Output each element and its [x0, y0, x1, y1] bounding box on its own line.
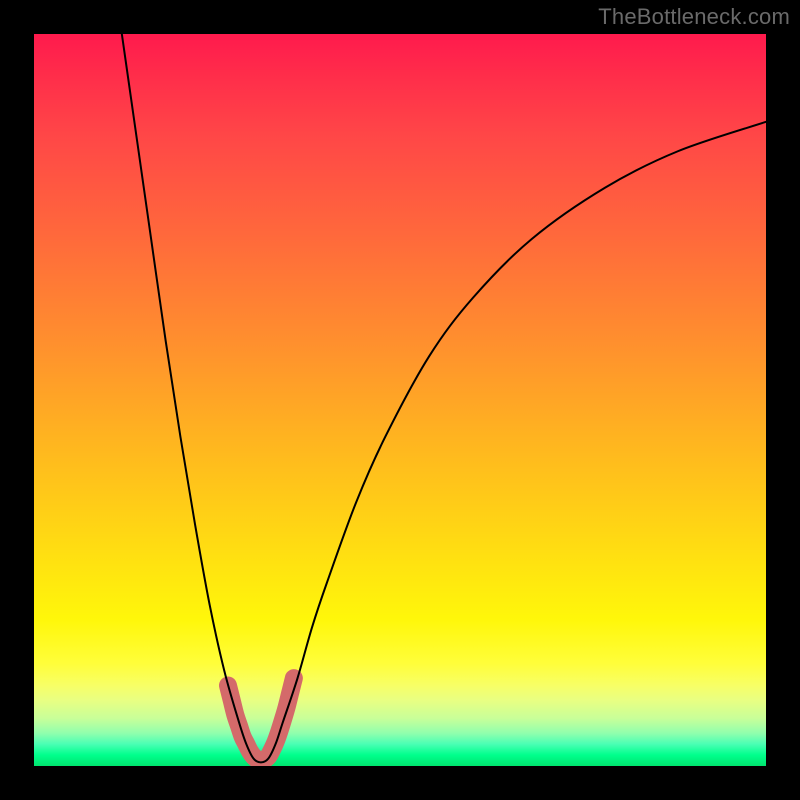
watermark-text: TheBottleneck.com — [598, 4, 790, 30]
curve-layer — [34, 34, 766, 766]
plot-area — [34, 34, 766, 766]
bottleneck-curve — [122, 34, 766, 762]
chart-frame: TheBottleneck.com — [0, 0, 800, 800]
